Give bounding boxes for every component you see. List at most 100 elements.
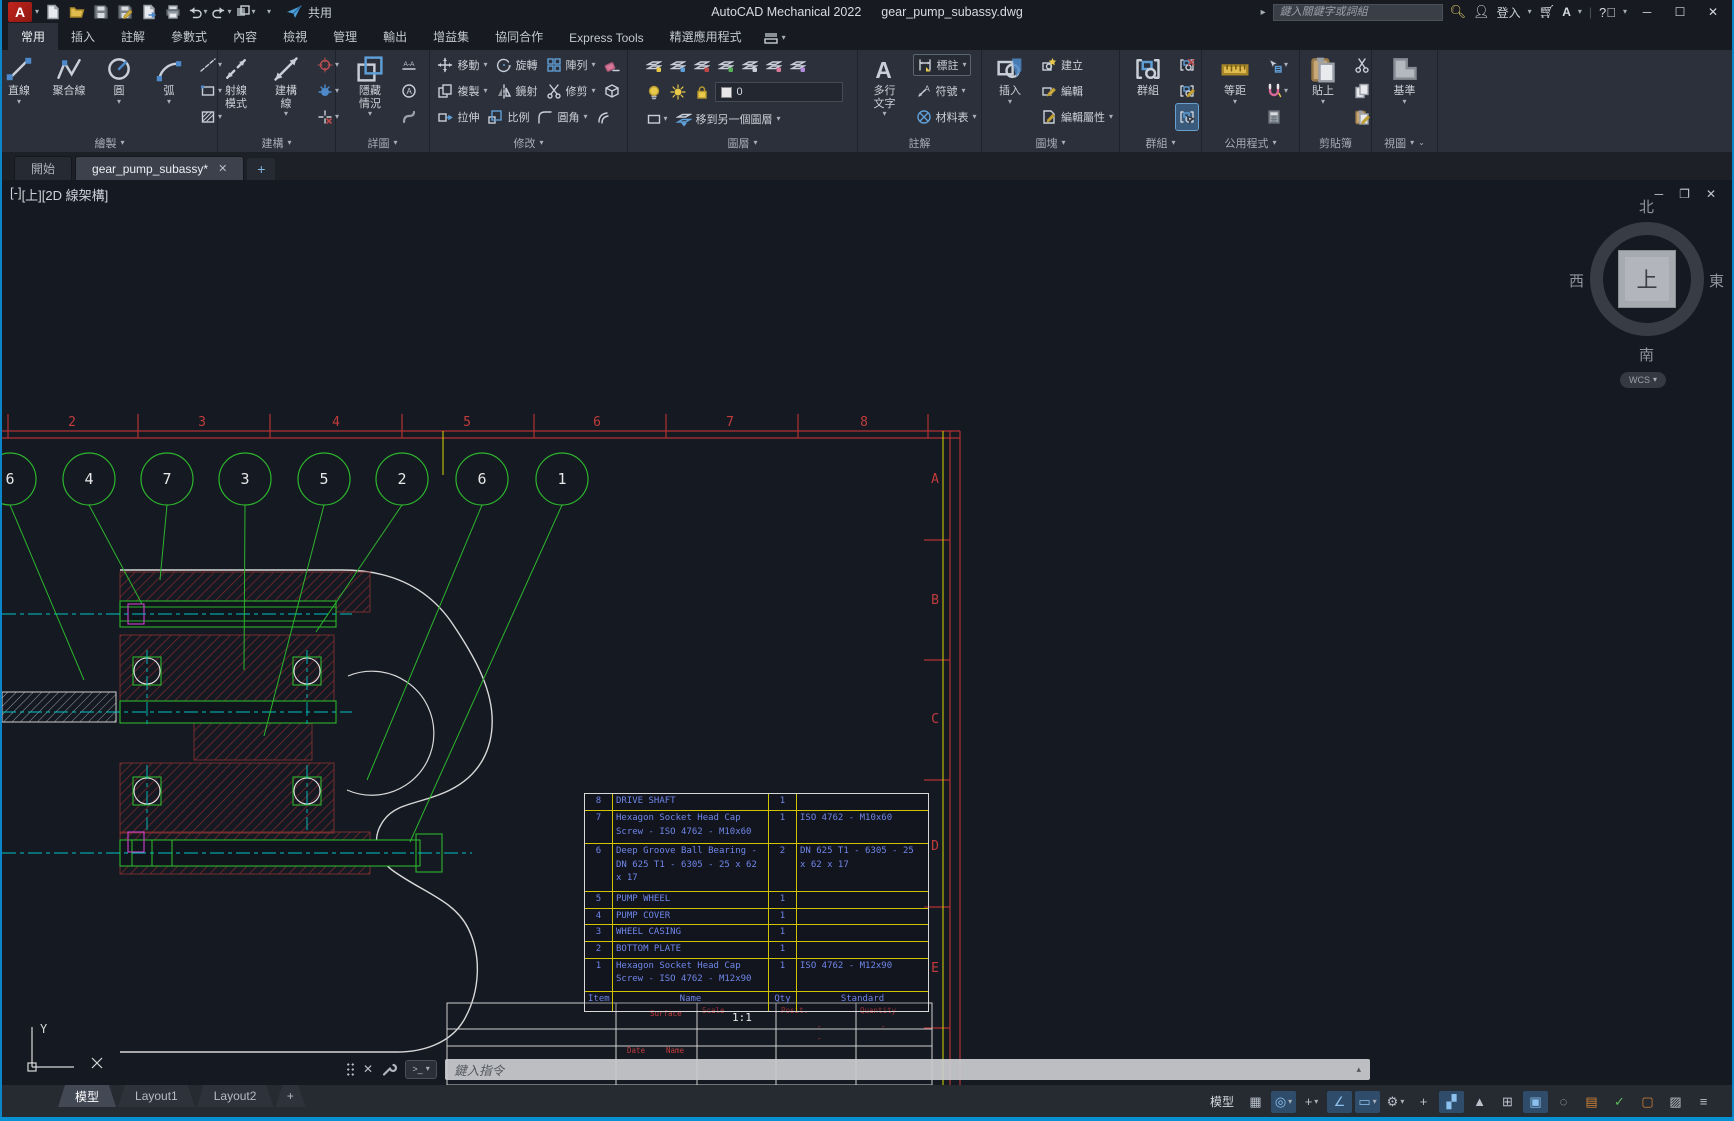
panel-title-註解[interactable]: 註解 (858, 133, 981, 152)
paste-button[interactable]: 貼上▾ (1298, 52, 1348, 133)
viewcube-east[interactable]: 東 (1709, 270, 1724, 291)
stretch-button[interactable]: 拉伸 (434, 107, 482, 127)
new-layout-button[interactable]: + (275, 1085, 305, 1107)
layer4-button[interactable] (739, 52, 761, 78)
sun-button[interactable] (667, 79, 689, 105)
recent-commands-button[interactable]: >_▾ (405, 1060, 437, 1079)
transmit-button[interactable] (138, 2, 160, 22)
ribbon-tab-idx7[interactable]: 輸出 (370, 23, 420, 50)
layer2-button[interactable] (691, 52, 713, 78)
editattr-button[interactable]: 編輯屬性▾ (1038, 107, 1116, 127)
ribbon-tab-idx2[interactable]: 註解 (108, 23, 158, 50)
array-button[interactable]: 陣列▾ (543, 55, 599, 75)
hide-button[interactable]: 隱藏 情況▾ (345, 52, 395, 133)
createblk-button[interactable]: 建立 (1038, 55, 1086, 75)
drawing-canvas[interactable]: SurfaceScalePosit.QuantityDateName1:1---… (2, 180, 1732, 1085)
saa-button[interactable]: A-A (398, 52, 420, 78)
file-tab-start[interactable]: 開始 (14, 156, 72, 180)
ribbon-display-toggle[interactable]: ▾ (755, 26, 794, 50)
search-icon[interactable]: 🔍︎ (1450, 4, 1467, 20)
graphics-performance-icon[interactable]: ▨ (1663, 1091, 1688, 1113)
print-button[interactable] (162, 2, 184, 22)
panel-title-剪貼簿[interactable]: 剪貼簿 (1300, 133, 1371, 152)
layer5-button[interactable] (763, 52, 785, 78)
model-space-button[interactable]: 模型 (1210, 1093, 1234, 1110)
bulb-button[interactable] (643, 79, 665, 105)
ribbon-tab-idx8[interactable]: 增益集 (420, 23, 482, 50)
ribbon-tab-express-tools[interactable]: Express Tools (556, 26, 656, 50)
ribbon-tab-idx5[interactable]: 檢視 (270, 23, 320, 50)
movelayer-button[interactable]: 移到另一個圖層▾ (673, 109, 784, 129)
panel-title-建構[interactable]: 建構▾ (218, 133, 335, 152)
panel-title-圖層[interactable]: 圖層▾ (628, 133, 857, 152)
trim-button[interactable]: 修剪▾ (543, 81, 599, 101)
cut-button[interactable] (1351, 52, 1373, 78)
trace-icon[interactable]: ▤ (1579, 1091, 1604, 1113)
explode-button[interactable] (601, 81, 623, 101)
move-button[interactable]: 移動▾ (434, 55, 490, 75)
circle-button[interactable]: 圓▾ (94, 52, 144, 133)
polar-tracking-icon[interactable]: +▾ (1299, 1091, 1324, 1113)
parts-list-table[interactable]: 8DRIVE SHAFT17Hexagon Socket Head Cap Sc… (584, 793, 929, 1012)
viewport-menu-control[interactable]: [-] (10, 185, 22, 204)
annotation-scale-icon[interactable]: ⊞ (1495, 1091, 1520, 1113)
mirror-button[interactable]: 鏡射 (493, 81, 541, 101)
ribbon-tab-idx1[interactable]: 插入 (58, 23, 108, 50)
command-close-icon[interactable]: ✕ (363, 1062, 373, 1076)
share-icon[interactable] (283, 2, 305, 22)
editblk-button[interactable]: 編輯 (1038, 81, 1086, 101)
sheet-set-icon[interactable]: ▢ (1635, 1091, 1660, 1113)
autodesk-app-icon[interactable]: A (1562, 5, 1571, 19)
customization-menu-icon[interactable]: ≡ (1691, 1091, 1716, 1113)
save-as-button[interactable] (114, 2, 136, 22)
ribbon-tab-idx6[interactable]: 管理 (320, 23, 370, 50)
ribbon-tab-idx11[interactable]: 精選應用程式 (657, 23, 755, 50)
snap-mode-icon[interactable]: ◎▾ (1271, 1091, 1296, 1113)
qselect-button[interactable]: ▾ (1263, 52, 1291, 78)
edge-button[interactable] (398, 104, 420, 130)
ribbon-tab-idx4[interactable]: 內容 (220, 23, 270, 50)
qat-more-button[interactable]: ▾ (258, 2, 280, 22)
panel-title-圖塊[interactable]: 圖塊▾ (982, 133, 1119, 152)
ribbon-tab-idx9[interactable]: 協同合作 (482, 23, 556, 50)
wcs-selector[interactable]: WCS▾ (1620, 372, 1666, 388)
base-button[interactable]: 基準▾ (1380, 52, 1430, 133)
maximize-button[interactable]: ☐ (1667, 5, 1693, 19)
dim-button[interactable]: 標註▾ (913, 54, 971, 76)
panel-title-視圖[interactable]: 視圖▾⌄ (1372, 133, 1437, 152)
bom-button[interactable]: 材料表▾ (913, 107, 980, 127)
sign-in-button[interactable]: 登入 (1497, 4, 1521, 21)
new-file-button[interactable] (42, 2, 64, 22)
grid-display-icon[interactable]: ▦ (1243, 1091, 1268, 1113)
lrect-button[interactable]: ▾ (643, 106, 671, 132)
redo-button[interactable]: ▾ (210, 2, 232, 22)
ruler-button[interactable]: 等距▾ (1210, 52, 1260, 133)
groupsel-button[interactable] (1176, 104, 1198, 130)
help-icon[interactable]: ?⃝ (1599, 5, 1616, 20)
close-button[interactable]: ✕ (1700, 5, 1726, 19)
search-expand-icon[interactable]: ▸ (1261, 7, 1266, 18)
gear-pump-section-view[interactable] (2, 570, 492, 1052)
fillet-button[interactable]: 圓角▾ (534, 107, 590, 127)
lock-button[interactable] (691, 79, 713, 105)
magnet-button[interactable]: ▾ (1263, 78, 1291, 104)
viewcube-south[interactable]: 南 (1639, 344, 1654, 365)
scale-button[interactable]: 比例 (484, 107, 532, 127)
viewcube[interactable]: 上 北 南 西 東 (1567, 194, 1727, 370)
viewcube-top-face[interactable]: 上 (1618, 250, 1676, 308)
save-button[interactable] (90, 2, 112, 22)
viewport-visualstyle-control[interactable]: [2D 線架構] (42, 185, 108, 204)
open-file-button[interactable] (66, 2, 88, 22)
group-button[interactable]: 群組 (1123, 52, 1173, 133)
logo-dropdown-icon[interactable]: ▾ (35, 8, 39, 16)
workspace-gear-icon[interactable]: ⚙▾ (1383, 1091, 1408, 1113)
offset-button[interactable] (593, 107, 615, 127)
panel-title-群組[interactable]: 群組▾ (1120, 133, 1201, 152)
help-dropdown-icon[interactable]: ▾ (1623, 8, 1627, 16)
layer6-button[interactable] (787, 52, 809, 78)
lock-ui-icon[interactable]: ▣ (1523, 1091, 1548, 1113)
groupedit-button[interactable] (1176, 78, 1198, 104)
panel-title-詳圖[interactable]: 詳圖▾ (336, 133, 429, 152)
layer1-button[interactable] (667, 52, 689, 78)
dynamic-input-icon[interactable]: ▭▾ (1355, 1091, 1380, 1113)
